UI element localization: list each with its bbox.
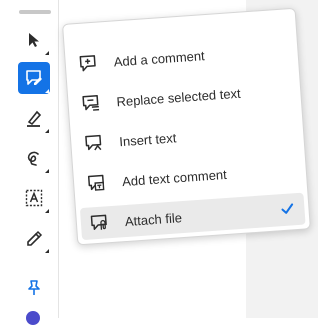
text-box-tool-button[interactable] xyxy=(18,182,50,214)
highlight-tool-button[interactable] xyxy=(18,102,50,134)
menu-item-add-text-comment[interactable]: Add text comment xyxy=(73,152,307,200)
menu-item-label: Insert text xyxy=(118,129,177,149)
draw-tool-button[interactable] xyxy=(18,142,50,174)
checkmark-icon xyxy=(280,201,295,221)
select-tool-button[interactable] xyxy=(18,24,50,56)
insert-text-icon xyxy=(81,130,107,156)
comment-tool-button[interactable] xyxy=(18,62,50,94)
text-comment-icon xyxy=(83,170,109,196)
freehand-draw-icon xyxy=(24,148,44,168)
menu-item-label: Add a comment xyxy=(113,47,206,69)
menu-item-label: Attach file xyxy=(124,209,183,229)
add-comment-icon xyxy=(75,50,101,76)
menu-item-replace-text[interactable]: Replace selected text xyxy=(68,73,302,121)
comment-tools-menu-container: Add a comment Replace selected text Inse… xyxy=(62,7,311,246)
color-swatch[interactable] xyxy=(26,311,40,325)
comment-tools-menu: Add a comment Replace selected text Inse… xyxy=(62,7,311,246)
text-box-icon xyxy=(24,188,44,208)
menu-item-insert-text[interactable]: Insert text xyxy=(70,112,304,160)
menu-item-add-comment[interactable]: Add a comment xyxy=(65,33,299,81)
replace-text-icon xyxy=(78,90,104,116)
comment-tool-icon xyxy=(24,68,44,88)
highlight-pen-icon xyxy=(24,108,44,128)
menu-item-label: Replace selected text xyxy=(116,85,242,109)
pin-icon xyxy=(25,279,43,297)
fill-sign-icon xyxy=(24,228,44,248)
fill-sign-tool-button[interactable] xyxy=(18,222,50,254)
toolbar-grip-handle[interactable] xyxy=(19,10,51,14)
menu-item-label: Add text comment xyxy=(121,166,228,189)
pin-tool-button[interactable] xyxy=(18,272,50,304)
pointer-icon xyxy=(25,31,43,49)
attach-file-icon xyxy=(86,210,112,236)
annotation-toolbar xyxy=(10,0,59,325)
